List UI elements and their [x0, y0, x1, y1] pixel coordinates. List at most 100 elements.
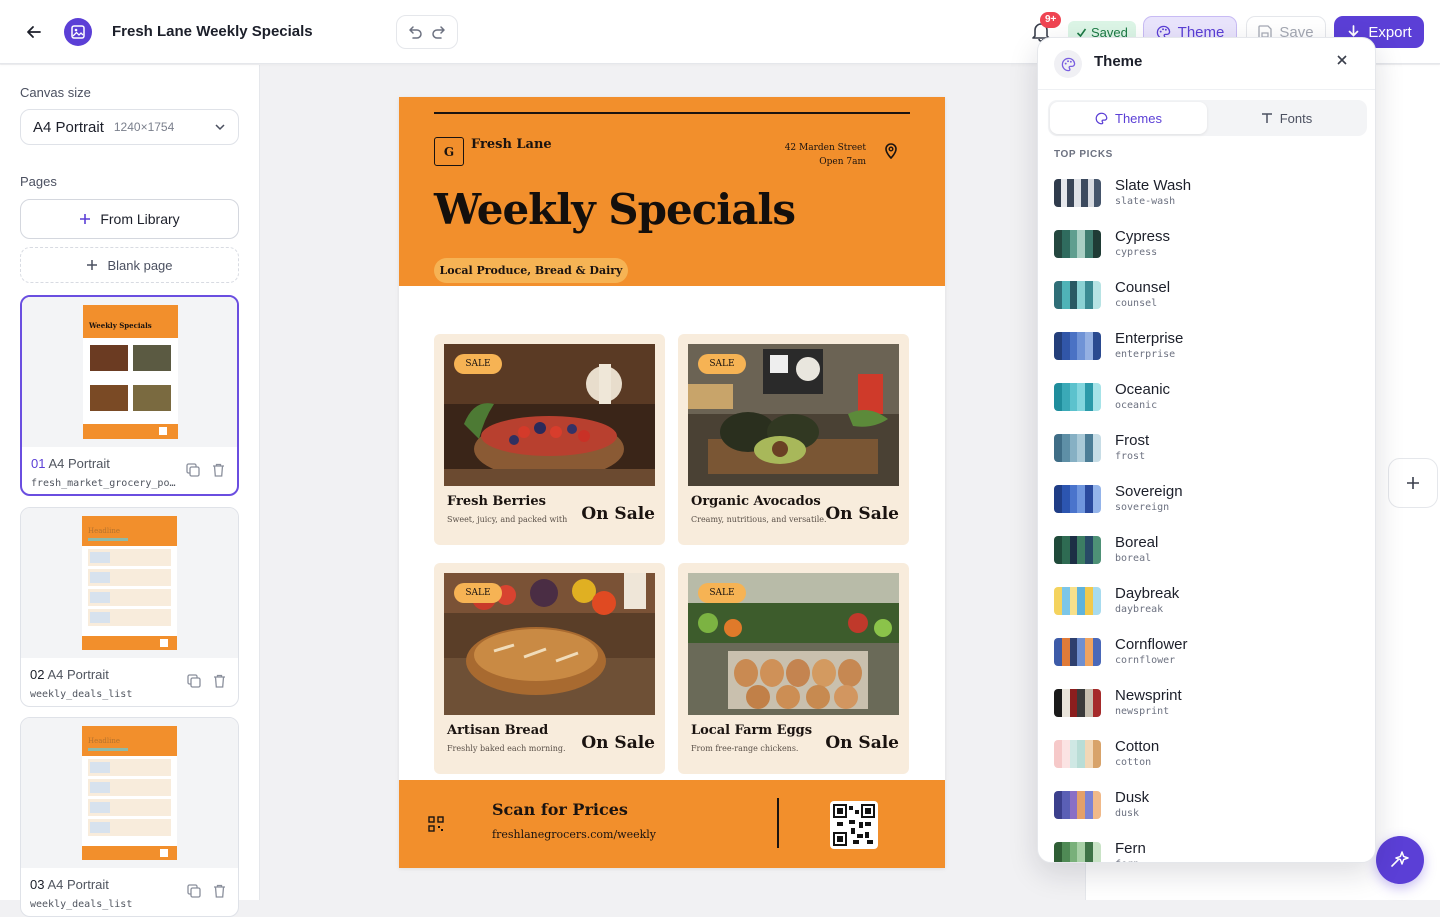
berries-photo: SALE — [444, 344, 655, 486]
theme-slug: fern — [1115, 858, 1146, 863]
product-price: On Sale — [581, 733, 655, 753]
product-card: SALE Fresh Berries Sweet, juicy, and pac… — [434, 334, 665, 545]
back-arrow-icon[interactable] — [22, 20, 46, 44]
canvas-size-select[interactable]: A4 Portrait 1240×1754 — [20, 109, 239, 145]
address-line: 42 Marden Street — [784, 143, 866, 153]
tab-fonts-label: Fonts — [1279, 110, 1313, 126]
page-card-1[interactable]: Weekly Specials 01 A4 Portrait fresh_mark… — [20, 295, 239, 496]
deals-list-thumbnail: Headline — [82, 726, 177, 860]
sale-badge: SALE — [698, 583, 746, 603]
theme-slug: enterprise — [1115, 348, 1176, 360]
theme-option-boreal[interactable]: Boreal boreal — [1038, 524, 1375, 575]
canvas-size-value: A4 Portrait — [33, 118, 104, 136]
qr-code-image — [830, 801, 878, 849]
theme-option-counsel[interactable]: Counsel counsel — [1038, 269, 1375, 320]
theme-option-cotton[interactable]: Cotton cotton — [1038, 728, 1375, 779]
blank-page-button[interactable]: Blank page — [20, 247, 239, 283]
page-meta-2: 02 A4 Portrait weekly_deals_list — [21, 658, 238, 706]
product-price: On Sale — [581, 504, 655, 524]
footer-title: Scan for Prices — [492, 800, 628, 819]
theme-name: Slate Wash — [1115, 176, 1192, 194]
trash-icon[interactable] — [213, 674, 226, 693]
page-meta-1: 01A4 Portrait fresh_market_grocery_poste… — [22, 447, 237, 494]
footer-url: freshlanegrocers.com/weekly — [492, 828, 656, 841]
product-card: SALE Local Farm Eggs From free-range chi… — [678, 563, 909, 774]
product-name: Fresh Berries — [447, 494, 546, 509]
theme-option-slate-wash[interactable]: Slate Wash slate-wash — [1038, 167, 1375, 218]
theme-panel: Theme Themes Fonts TOP PICKS Slate Wash s… — [1037, 37, 1376, 863]
theme-swatch — [1054, 586, 1101, 615]
page-number: 03 — [30, 877, 45, 892]
undo-icon[interactable] — [407, 24, 423, 40]
theme-panel-header: Theme — [1038, 38, 1375, 90]
theme-option-daybreak[interactable]: Daybreak daybreak — [1038, 575, 1375, 626]
theme-option-cornflower[interactable]: Cornflower cornflower — [1038, 626, 1375, 677]
poster-tagline: Local Produce, Bread & Dairy — [434, 258, 628, 283]
chevron-down-icon — [214, 121, 226, 133]
brand-name: Fresh Lane — [471, 137, 552, 152]
theme-slug: daybreak — [1115, 603, 1164, 615]
tab-fonts[interactable]: Fonts — [1208, 102, 1365, 134]
duplicate-icon[interactable] — [187, 674, 201, 693]
poster-title: Weekly Specials — [434, 185, 796, 234]
theme-name: Newsprint — [1115, 686, 1182, 704]
theme-option-fern[interactable]: Fernfern — [1038, 830, 1375, 863]
qr-code-icon — [428, 816, 444, 836]
duplicate-icon[interactable] — [187, 884, 201, 903]
store-address: 42 Marden Street Open 7am — [785, 141, 866, 169]
page-format: A4 Portrait — [48, 456, 110, 471]
product-price: On Sale — [825, 504, 899, 524]
canvas-size-label: Canvas size — [20, 85, 91, 100]
theme-slug: slate-wash — [1115, 195, 1176, 207]
theme-option-sovereign[interactable]: Sovereign sovereign — [1038, 473, 1375, 524]
theme-option-cypress[interactable]: Cypress cypress — [1038, 218, 1375, 269]
theme-name: Sovereign — [1115, 482, 1183, 500]
ai-assistant-button[interactable] — [1376, 836, 1424, 884]
product-description: From free-range chickens. — [691, 744, 799, 753]
palette-icon — [1054, 50, 1082, 78]
trash-icon[interactable] — [212, 463, 225, 482]
from-library-button[interactable]: From Library — [20, 199, 239, 239]
tab-themes[interactable]: Themes — [1050, 102, 1207, 134]
add-element-button[interactable] — [1388, 458, 1438, 508]
product-card: SALE Organic Avocados Creamy, nutritious… — [678, 334, 909, 545]
theme-name: Cornflower — [1115, 635, 1188, 653]
type-icon — [1261, 113, 1272, 123]
theme-names: Cotton cotton — [1115, 738, 1159, 770]
theme-swatch — [1054, 790, 1101, 819]
product-name: Artisan Bread — [447, 723, 549, 738]
page-format: A4 Portrait — [47, 877, 109, 892]
theme-name: Fern — [1115, 839, 1146, 857]
theme-swatch — [1054, 739, 1101, 768]
theme-option-dusk[interactable]: Dusk dusk — [1038, 779, 1375, 830]
trash-icon[interactable] — [213, 884, 226, 903]
theme-name: Frost — [1115, 431, 1150, 449]
theme-option-enterprise[interactable]: Enterprise enterprise — [1038, 320, 1375, 371]
theme-name: Enterprise — [1115, 329, 1184, 347]
product-card: SALE Artisan Bread Freshly baked each mo… — [434, 563, 665, 774]
theme-names: Dusk dusk — [1115, 789, 1149, 821]
theme-name: Oceanic — [1115, 380, 1171, 398]
bread-photo: SALE — [444, 573, 655, 715]
poster-page[interactable]: G Fresh Lane 42 Marden Street Open 7am W… — [399, 97, 945, 868]
theme-option-frost[interactable]: Frost frost — [1038, 422, 1375, 473]
tab-themes-label: Themes — [1115, 110, 1162, 126]
redo-icon[interactable] — [431, 24, 447, 40]
close-icon[interactable] — [1336, 54, 1348, 66]
brand-logo: G — [434, 137, 464, 166]
duplicate-icon[interactable] — [186, 463, 200, 482]
theme-panel-title: Theme — [1094, 53, 1143, 70]
theme-swatch — [1054, 688, 1101, 717]
theme-option-oceanic[interactable]: Oceanic oceanic — [1038, 371, 1375, 422]
product-description: Creamy, nutritious, and versatile. — [691, 515, 827, 524]
product-description: Freshly baked each morning. — [447, 744, 566, 753]
document-title[interactable]: Fresh Lane Weekly Specials — [112, 23, 313, 40]
page-card-2[interactable]: Headline 02 A4 Portrait weekly_deals_list — [20, 507, 239, 707]
plus-icon — [87, 260, 98, 270]
theme-name: Cypress — [1115, 227, 1171, 245]
theme-option-newsprint[interactable]: Newsprint newsprint — [1038, 677, 1375, 728]
page-card-3[interactable]: Headline 03 A4 Portrait weekly_deals_list — [20, 717, 239, 917]
header-rule — [434, 112, 910, 114]
sale-badge: SALE — [454, 583, 502, 603]
theme-swatch — [1054, 637, 1101, 666]
